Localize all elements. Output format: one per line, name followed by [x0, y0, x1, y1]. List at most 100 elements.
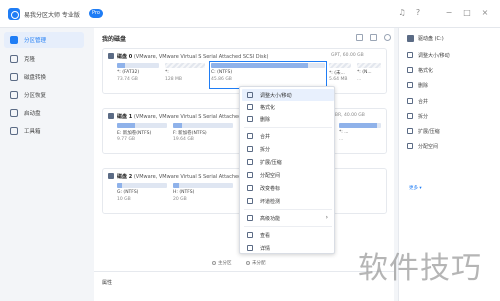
menu-item-label: 格式化 [260, 105, 276, 111]
partition-block[interactable]: H: (NTFS) 20 GB [173, 183, 233, 207]
partition-bar [117, 183, 167, 188]
resize-icon [247, 92, 253, 98]
menu-item-advanced[interactable]: 高级功能 › [242, 212, 334, 224]
action-label: 分配空间 [418, 144, 439, 150]
legend-primary: 主分区 [212, 260, 232, 268]
menu-item-split[interactable]: 拆分 [242, 143, 334, 155]
action-resize[interactable]: 调整大小/移动 [407, 51, 497, 61]
partition-bar [357, 63, 381, 68]
partition-bar [173, 123, 233, 128]
menu-item-merge[interactable]: 合并 [242, 130, 334, 142]
action-format[interactable]: 格式化 [407, 66, 497, 76]
action-label: 拆分 [418, 114, 429, 120]
advanced-icon [247, 215, 253, 221]
disk-name: 磁盘 2 [117, 174, 133, 180]
partition-size: 5.64 MB [329, 77, 348, 82]
action-merge[interactable]: 合并 [407, 97, 497, 107]
menu-item-label: 扩展/压缩 [260, 160, 282, 166]
action-label: 合并 [418, 99, 429, 105]
bootdisk-icon [10, 109, 18, 117]
merge-icon [247, 133, 253, 139]
partition-size: ... [357, 77, 362, 82]
partition-block[interactable]: *: 128 MB [165, 63, 205, 87]
partition-fill [339, 123, 377, 128]
delete-icon [247, 116, 253, 122]
partition-name: *: (未... [329, 71, 345, 76]
action-extend[interactable]: 扩展/压缩 [407, 127, 497, 137]
sidebar-item-label: 克隆 [24, 57, 36, 63]
help-icon[interactable]: ? [413, 8, 423, 18]
sidebar-item-bootdisk[interactable]: 启动盘 [4, 105, 84, 121]
partition-bar [117, 123, 167, 128]
title-bar: 易我分区大师 专业版 Pro ♫ ? − □ × [0, 0, 500, 28]
partition-name: F: 新加卷(NTFS) [173, 131, 207, 136]
view-icon [247, 232, 253, 238]
sidebar-item-toolbox[interactable]: 工具箱 [4, 123, 84, 139]
close-icon[interactable]: × [480, 8, 490, 18]
menu-separator [244, 226, 332, 227]
action-label: 格式化 [418, 68, 434, 74]
partition-size: 73.74 GB [117, 77, 138, 82]
partition-name: C: (NTFS) [211, 70, 233, 75]
action-label: 调整大小/移动 [418, 53, 450, 59]
list-view-icon[interactable] [370, 34, 377, 41]
partition-name: *: [165, 70, 169, 75]
merge-icon [407, 98, 413, 104]
partition-size: 9.77 GB [117, 137, 136, 142]
grid-view-icon[interactable] [356, 34, 363, 41]
partition-fill [173, 123, 182, 128]
action-allocate[interactable]: 分配空间 [407, 142, 497, 152]
menu-item-label: 删除 [260, 117, 271, 123]
refresh-icon[interactable] [384, 34, 391, 41]
more-link[interactable]: 更多 ▾ [409, 185, 422, 191]
action-delete[interactable]: 删除 [407, 81, 497, 91]
menu-item-format[interactable]: 格式化 [242, 101, 334, 113]
resize-icon [407, 52, 413, 58]
menu-item-view[interactable]: 查看 [242, 229, 334, 241]
sidebar-item-recovery[interactable]: 分区恢复 [4, 87, 84, 103]
bell-icon[interactable]: ♫ [397, 8, 407, 18]
partition-block[interactable]: *: ... ... [339, 123, 381, 147]
partition-block[interactable]: *: (未... 5.64 MB [329, 63, 351, 87]
disk-name: 磁盘 0 [117, 54, 133, 60]
selected-drive-header: 驱动盘 (C:) [407, 34, 497, 44]
toolbox-icon [10, 127, 18, 135]
partition-fill [117, 123, 135, 128]
minimize-icon[interactable]: − [444, 8, 454, 18]
partition-block-selected[interactable]: C: (NTFS) 45.86 GB [209, 61, 327, 89]
disk-icon [108, 53, 114, 59]
maximize-icon[interactable]: □ [462, 8, 472, 18]
clone-icon [10, 55, 18, 63]
partition-size: ... [339, 137, 344, 142]
partition-block[interactable]: G: (NTFS) 10 GB [117, 183, 167, 207]
partition-block[interactable]: F: 新加卷(NTFS) 19.64 GB [173, 123, 233, 147]
action-split[interactable]: 拆分 [407, 112, 497, 122]
partition-block[interactable]: *: (N... ... [357, 63, 381, 87]
partition-bar [211, 63, 325, 68]
sidebar-item-convert[interactable]: 磁盘转换 [4, 69, 84, 85]
sidebar-item-partition[interactable]: 分区管理 [4, 32, 84, 48]
disk-header: 磁盘 0 (VMware, VMware Virtual S Serial At… [103, 52, 388, 61]
menu-item-extend[interactable]: 扩展/压缩 [242, 156, 334, 168]
menu-item-label: 合并 [260, 134, 271, 140]
sidebar: 分区管理 克隆 磁盘转换 分区恢复 启动盘 工具箱 [0, 28, 88, 301]
menu-item-surface-test[interactable]: 坏道检测 [242, 195, 334, 207]
sidebar-item-clone[interactable]: 克隆 [4, 51, 84, 67]
partition-name: E: 新加卷(NTFS) [117, 131, 152, 136]
menu-item-allocate[interactable]: 分配空间 [242, 169, 334, 181]
app-logo-icon [8, 8, 20, 20]
recovery-icon [10, 91, 18, 99]
watermark-text: 软件技巧 [358, 251, 482, 286]
properties-label: 属性 [102, 280, 113, 286]
disk-icon [108, 173, 114, 179]
partition-block[interactable]: E: 新加卷(NTFS) 9.77 GB [117, 123, 167, 147]
menu-item-label: 改变卷标 [260, 186, 281, 192]
sidebar-item-label: 启动盘 [24, 111, 41, 117]
menu-item-resize[interactable]: 调整大小/移动 [242, 89, 334, 101]
partition-block[interactable]: *: (FAT32) 73.74 GB [117, 63, 159, 87]
menu-item-delete[interactable]: 删除 [242, 113, 334, 125]
partition-size: 19.64 GB [173, 137, 194, 142]
menu-item-label: 拆分 [260, 147, 271, 153]
menu-item-details[interactable]: 详情 [242, 242, 334, 254]
menu-item-label-change[interactable]: 改变卷标 [242, 182, 334, 194]
